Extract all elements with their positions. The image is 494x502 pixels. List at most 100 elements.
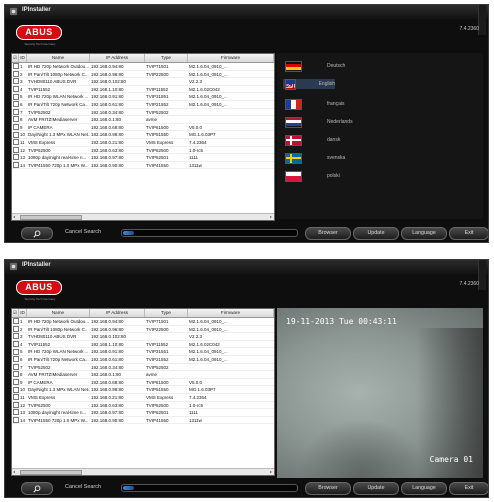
cell-name: TVIP62500 — [28, 402, 51, 408]
table-row[interactable]: 1 IR HD 720p Network Outdoo... 192.168.0.9… — [12, 63, 274, 71]
cell-type: TVIP21552 — [146, 356, 169, 362]
column-header-id[interactable]: ID — [19, 54, 27, 62]
table-row[interactable]: 10 Day/Night 1.3 MPx WLAN Net... 192.168.0… — [12, 386, 274, 394]
language-item-deutsch[interactable]: Deutsch — [285, 60, 346, 72]
browser-button[interactable]: Browser — [305, 227, 351, 240]
language-item-dansk[interactable]: dansk — [285, 134, 340, 146]
cell-type: TVIP51550 — [146, 387, 169, 393]
scrollbar-thumb[interactable] — [20, 215, 82, 220]
table-row[interactable]: 13 1080p day/night real-time n... 192.168.… — [12, 154, 274, 162]
cell-type: TVIP62500 — [146, 147, 169, 153]
table-row[interactable]: 11 VMS Express 192.168.0.21:80 VMS Express 7… — [12, 139, 274, 147]
table-row[interactable]: 2 IR Pan/Tilt 1080p Network C... 192.168.0… — [12, 325, 274, 334]
column-header-type[interactable]: Type — [145, 54, 188, 62]
cell-type: VMS Express — [146, 394, 174, 400]
browser-button[interactable]: Browser — [305, 482, 351, 495]
horizontal-scrollbar[interactable]: ◂ ▸ — [12, 213, 274, 220]
language-item-nederlands[interactable]: Nederlands — [285, 116, 353, 128]
language-item-francais[interactable]: français — [285, 98, 345, 110]
table-row[interactable]: 7 TVIP52502 192.168.0.34:80 TVIP52502 — [12, 363, 274, 372]
language-label: polski — [327, 173, 340, 179]
column-header-name[interactable]: Name — [27, 54, 90, 62]
cell-type: TVIP62501 — [146, 155, 169, 161]
row-checkbox-cell — [12, 101, 19, 108]
progress-fill — [123, 231, 134, 235]
language-item-svenska[interactable]: svenska — [285, 152, 345, 164]
cell-firmware: 7.4.2364 — [189, 139, 207, 145]
column-header-ip[interactable]: IP Address — [90, 54, 145, 62]
cancel-search-button[interactable]: Cancel Search — [65, 229, 101, 235]
cell-id: 3 — [20, 334, 23, 340]
cell-type: TVIP21552 — [146, 101, 169, 107]
exit-button[interactable]: Exit — [449, 482, 488, 495]
cell-ip: 192.168.0.102:80 — [91, 79, 127, 85]
cell-ip: 192.168.0.34:80 — [91, 109, 124, 115]
scroll-right-icon[interactable]: ▸ — [270, 214, 272, 219]
table-row[interactable]: 8 AVM FRITZ!Mediaserver 192.168.0.1:80 avme — [12, 371, 274, 379]
cell-name: IR Pan/Tilt 1080p Network C... — [28, 71, 89, 77]
table-row[interactable]: 9 IP CAMERA 192.168.0.68:80 TVIP61500 V5.0.0 — [12, 379, 274, 387]
language-label: Deutsch — [327, 63, 346, 69]
table-row[interactable]: 4 TVIP11552 192.168.1.10:80 TVIP11552 M2.1.6… — [12, 341, 274, 349]
update-button[interactable]: Update — [353, 482, 399, 495]
column-header-firmware[interactable]: Firmware — [188, 54, 274, 62]
language-button[interactable]: Language — [401, 227, 447, 240]
search-progress-bar — [121, 484, 298, 492]
cell-firmware: 1111 — [189, 410, 199, 416]
row-checkbox-cell — [12, 379, 19, 386]
language-item-polski[interactable]: polski — [285, 170, 340, 182]
table-row[interactable]: 9 IP CAMERA 192.168.0.68:80 TVIP61500 V5.0.0 — [12, 124, 274, 132]
horizontal-scrollbar[interactable]: ◂ ▸ — [12, 468, 274, 475]
exit-button[interactable]: Exit — [449, 227, 488, 240]
table-row[interactable]: 11 VMS Express 192.168.0.21:80 VMS Express 7… — [12, 394, 274, 402]
select-all-icon[interactable]: ☑ — [12, 309, 19, 317]
select-all-icon[interactable]: ☑ — [12, 54, 19, 62]
scroll-left-icon[interactable]: ◂ — [13, 214, 15, 219]
cell-name: IR Pan/Tilt 1080p Network C... — [28, 326, 89, 332]
cell-ip: 192.168.0.1:80 — [91, 117, 122, 123]
live-video-view[interactable]: 19-11-2013 Tue 00:43:11 Camera 01 — [277, 308, 483, 478]
row-checkbox-cell — [12, 63, 19, 70]
column-header-type[interactable]: Type — [145, 309, 188, 317]
cell-id: 2 — [20, 326, 23, 332]
table-row[interactable]: 3 TVHD80110 ABUS DVR 192.168.0.102:80 V2.2.… — [12, 333, 274, 341]
table-row[interactable]: 12 TVIP62500 192.168.0.63:80 TVIP62500 1.0-r… — [12, 146, 274, 155]
cell-ip: 192.168.0.1:80 — [91, 372, 122, 378]
table-row[interactable]: 5 IR HD 720p WLAN Network ... 192.168.0.91… — [12, 93, 274, 101]
table-row[interactable]: 3 TVHD80110 ABUS DVR 192.168.0.102:80 V2.2.… — [12, 78, 274, 86]
cell-firmware: M2.1.6.04_0910_... — [189, 319, 228, 324]
table-row[interactable]: 13 1080p day/night real-time n... 192.168.… — [12, 409, 274, 417]
scroll-right-icon[interactable]: ▸ — [270, 469, 272, 474]
table-row[interactable]: 6 IR Pan/Tilt 720p Network Ca... 192.168.0… — [12, 356, 274, 364]
update-button[interactable]: Update — [353, 227, 399, 240]
table-row[interactable]: 10 Day/Night 1.3 MPx WLAN Net... 192.168.0… — [12, 131, 274, 139]
table-row[interactable]: 2 IR Pan/Tilt 1080p Network C... 192.168.0… — [12, 70, 274, 79]
table-row[interactable]: 5 IR HD 720p WLAN Network ... 192.168.0.91… — [12, 348, 274, 356]
table-row[interactable]: 6 IR Pan/Tilt 720p Network Ca... 192.168.0… — [12, 101, 274, 109]
cell-ip: 192.168.0.63:80 — [91, 402, 124, 408]
column-header-name[interactable]: Name — [27, 309, 90, 317]
scroll-left-icon[interactable]: ◂ — [13, 469, 15, 474]
table-row[interactable]: 1 IR HD 720p Network Outdoo... 192.168.0.9… — [12, 318, 274, 326]
table-row[interactable]: 8 AVM FRITZ!Mediaserver 192.168.0.1:80 avme — [12, 116, 274, 124]
column-header-firmware[interactable]: Firmware — [188, 309, 274, 317]
cancel-search-button[interactable]: Cancel Search — [65, 484, 101, 490]
table-row[interactable]: 7 TVIP52502 192.168.0.34:80 TVIP52502 — [12, 108, 274, 117]
window-title: IPInstaller — [22, 7, 51, 13]
search-button[interactable] — [21, 227, 53, 240]
column-header-ip[interactable]: IP Address — [90, 309, 145, 317]
table-row[interactable]: 14 TVIP41550 720p 1.0 MPx W... 192.168.0.9… — [12, 162, 274, 170]
cell-type: TVIP62501 — [146, 410, 169, 416]
language-button[interactable]: Language — [401, 482, 447, 495]
window-control-strip[interactable] — [478, 5, 486, 35]
window-control-strip[interactable] — [478, 260, 486, 290]
column-header-id[interactable]: ID — [19, 309, 27, 317]
scrollbar-thumb[interactable] — [20, 470, 82, 475]
table-row[interactable]: 14 TVIP41550 720p 1.0 MPx W... 192.168.0.9… — [12, 417, 274, 425]
cell-name: 1080p day/night real-time n... — [28, 410, 87, 416]
cell-name: TVHD80110 ABUS DVR — [28, 79, 77, 85]
language-item-english[interactable]: English — [283, 78, 335, 90]
search-button[interactable] — [21, 482, 53, 495]
table-row[interactable]: 12 TVIP62500 192.168.0.63:80 TVIP62500 1.0-r… — [12, 401, 274, 410]
table-row[interactable]: 4 TVIP11552 192.168.1.10:80 TVIP11552 M2.1.6… — [12, 86, 274, 94]
